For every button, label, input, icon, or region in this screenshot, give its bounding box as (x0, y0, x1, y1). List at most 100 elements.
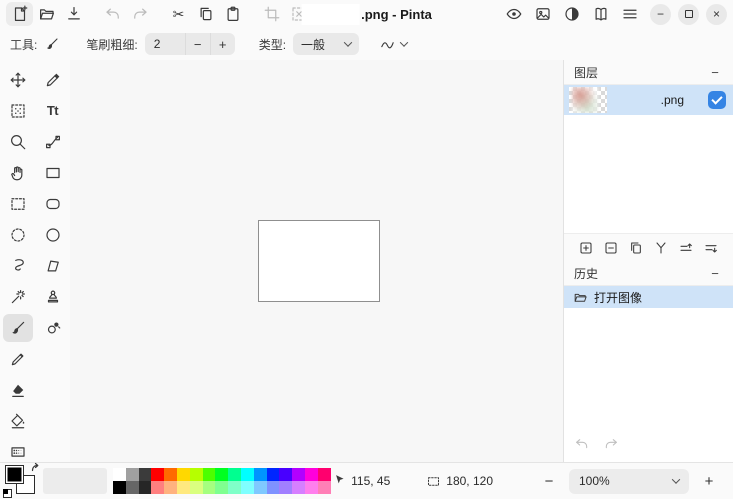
palette-swatch[interactable] (292, 481, 305, 494)
zoom-level-dropdown[interactable]: 100% (569, 469, 689, 494)
palette-swatch[interactable] (267, 481, 280, 494)
tool-rectangle-select[interactable] (3, 190, 33, 218)
palette-swatch[interactable] (305, 468, 318, 481)
brush-width-value[interactable]: 2 (145, 37, 185, 51)
history-item[interactable]: 打开图像 (564, 286, 733, 308)
move-layer-up-button[interactable] (675, 237, 697, 259)
view-menu-button[interactable] (500, 2, 527, 26)
tool-rectangle[interactable] (38, 159, 68, 187)
tool-eraser[interactable] (3, 376, 33, 404)
palette-swatch[interactable] (126, 468, 139, 481)
tool-lasso-select[interactable] (3, 252, 33, 280)
tool-paintbrush[interactable] (3, 314, 33, 342)
save-button[interactable] (60, 2, 87, 26)
tool-recolor[interactable] (38, 314, 68, 342)
blend-type-dropdown[interactable]: 一般 (293, 33, 359, 55)
palette-swatch[interactable] (305, 481, 318, 494)
freeform-shape-icon (44, 257, 62, 275)
tool-move-selected[interactable] (3, 66, 33, 94)
selection-size: 180, 120 (426, 474, 493, 489)
blend-type-value: 一般 (301, 36, 339, 53)
tool-magic-wand[interactable] (3, 283, 33, 311)
palette-swatch[interactable] (215, 468, 228, 481)
tool-paint-bucket[interactable] (3, 407, 33, 435)
add-layer-button[interactable] (575, 237, 597, 259)
tool-text[interactable]: Tt (38, 97, 68, 125)
duplicate-layer-button[interactable] (625, 237, 647, 259)
tool-ellipse[interactable] (38, 221, 68, 249)
minimize-button[interactable]: − (650, 4, 671, 25)
stroke-style-dropdown[interactable] (379, 36, 407, 53)
palette-swatch[interactable] (190, 468, 203, 481)
swap-colors-icon[interactable] (30, 462, 42, 474)
tool-pencil[interactable] (3, 345, 33, 373)
palette-swatch[interactable] (151, 468, 164, 481)
tool-line-curve[interactable] (38, 128, 68, 156)
zoom-out-button[interactable]: − (537, 469, 561, 493)
palette-swatch[interactable] (254, 468, 267, 481)
reset-colors-icon[interactable] (3, 489, 12, 498)
palette-swatch[interactable] (279, 481, 292, 494)
palette-swatch[interactable] (228, 468, 241, 481)
palette-swatch[interactable] (126, 481, 139, 494)
tool-zoom[interactable] (3, 128, 33, 156)
layers-collapse-button[interactable]: − (707, 65, 723, 80)
effects-menu-button[interactable] (587, 2, 614, 26)
palette-swatch[interactable] (164, 468, 177, 481)
palette-swatch[interactable] (318, 468, 331, 481)
tool-rounded-rectangle[interactable] (38, 190, 68, 218)
layer-row[interactable]: .png (564, 85, 733, 115)
palette-swatch[interactable] (228, 481, 241, 494)
tool-freeform-shape[interactable] (38, 252, 68, 280)
palette-swatch[interactable] (203, 481, 216, 494)
palette-swatch[interactable] (190, 481, 203, 494)
palette-swatch[interactable] (139, 481, 152, 494)
palette-swatch[interactable] (292, 468, 305, 481)
palette-swatch[interactable] (113, 481, 126, 494)
tool-pan[interactable] (3, 159, 33, 187)
color-selector-widget[interactable] (3, 464, 43, 498)
move-layer-down-button[interactable] (700, 237, 722, 259)
primary-color-swatch[interactable] (5, 465, 24, 484)
close-button[interactable]: × (706, 4, 727, 25)
palette-swatch[interactable] (177, 481, 190, 494)
delete-layer-button[interactable] (600, 237, 622, 259)
image-canvas[interactable] (258, 220, 380, 302)
new-image-button[interactable] (6, 2, 33, 26)
palette-swatch[interactable] (215, 481, 228, 494)
magic-wand-icon (9, 288, 27, 306)
layer-visibility-checkbox[interactable] (708, 91, 726, 109)
layer-thumbnail-image (572, 87, 598, 113)
image-icon (534, 5, 552, 23)
brush-width-decrease-button[interactable]: − (185, 33, 210, 55)
paste-button[interactable] (219, 2, 246, 26)
palette-swatch[interactable] (113, 468, 126, 481)
brush-width-increase-button[interactable]: + (210, 33, 235, 55)
palette-swatch[interactable] (241, 468, 254, 481)
tool-clone-stamp[interactable] (38, 283, 68, 311)
zoom-in-button[interactable]: + (697, 469, 721, 493)
palette-swatch[interactable] (177, 468, 190, 481)
palette-swatch[interactable] (151, 481, 164, 494)
main-menu-button[interactable] (616, 2, 643, 26)
tool-move-selection[interactable] (3, 97, 33, 125)
maximize-button[interactable] (678, 4, 699, 25)
image-menu-button[interactable] (529, 2, 556, 26)
palette-swatch[interactable] (139, 468, 152, 481)
palette-swatch[interactable] (318, 481, 331, 494)
copy-button[interactable] (192, 2, 219, 26)
palette-swatch[interactable] (164, 481, 177, 494)
palette-swatch[interactable] (279, 468, 292, 481)
title-bar: ✂ .png - Pinta (0, 0, 733, 28)
adjustments-menu-button[interactable] (558, 2, 585, 26)
palette-swatch[interactable] (241, 481, 254, 494)
palette-swatch[interactable] (203, 468, 216, 481)
palette-swatch[interactable] (267, 468, 280, 481)
tool-ellipse-select[interactable] (3, 221, 33, 249)
tool-color-picker[interactable] (38, 66, 68, 94)
palette-swatch[interactable] (254, 481, 267, 494)
history-collapse-button[interactable]: − (707, 266, 723, 281)
merge-layer-down-button[interactable] (650, 237, 672, 259)
open-image-button[interactable] (33, 2, 60, 26)
cut-button[interactable]: ✂ (165, 2, 192, 26)
